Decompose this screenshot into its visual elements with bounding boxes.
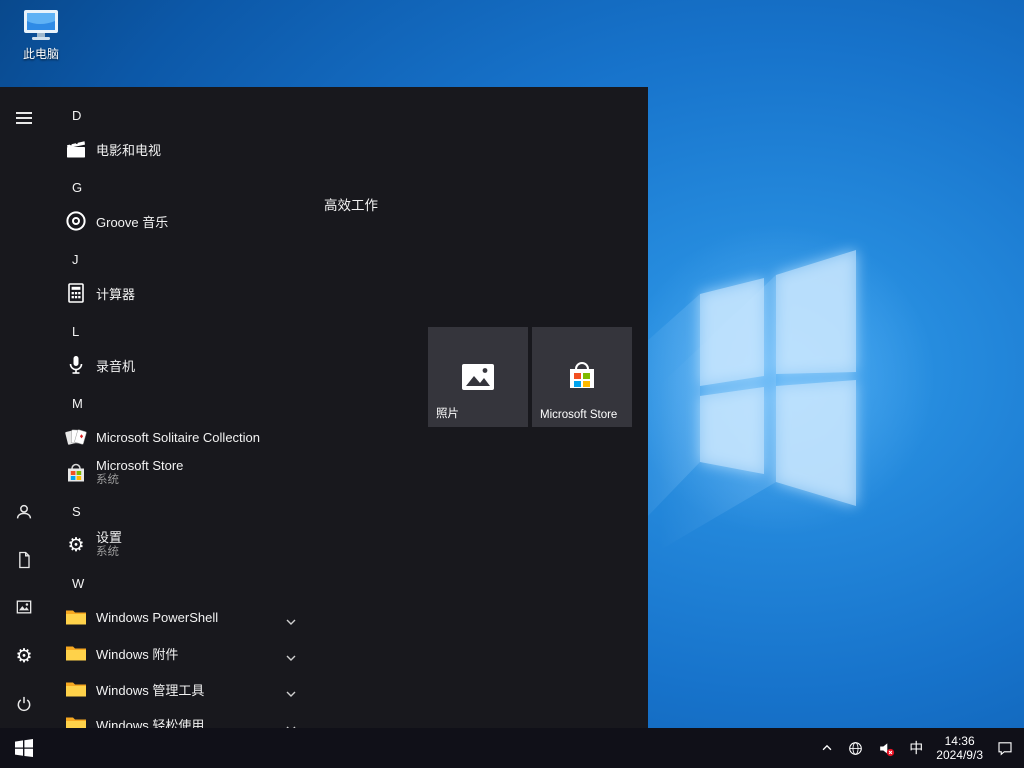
photos-icon xyxy=(458,357,498,402)
letter-label: L xyxy=(72,324,79,339)
app-label: Groove 音乐 xyxy=(96,212,168,231)
start-button[interactable] xyxy=(0,728,48,768)
app-label: Microsoft Store xyxy=(96,458,183,473)
tile-label: Microsoft Store xyxy=(540,409,617,421)
chevron-down-icon[interactable] xyxy=(286,685,296,703)
account-icon[interactable] xyxy=(12,500,36,524)
folder-label: Windows PowerShell xyxy=(96,610,218,625)
microsoft-store-icon xyxy=(562,357,602,402)
app-label: 录音机 xyxy=(96,356,135,375)
letter-header-g[interactable]: G xyxy=(48,173,348,201)
chevron-down-icon[interactable] xyxy=(286,613,296,631)
letter-label: W xyxy=(72,576,84,591)
folder-icon xyxy=(64,677,88,701)
folder-icon xyxy=(64,641,88,665)
settings-app-icon: ⚙ xyxy=(64,533,88,557)
tile-photos[interactable]: 照片 xyxy=(428,327,528,427)
letter-header-d[interactable]: D xyxy=(48,101,348,129)
chevron-down-icon[interactable] xyxy=(286,720,296,728)
folder-icon xyxy=(64,605,88,629)
action-center-icon[interactable] xyxy=(996,739,1014,757)
app-item-microsoft-store[interactable]: Microsoft Store 系统 xyxy=(48,451,348,495)
movies-tv-icon xyxy=(64,137,88,161)
voice-recorder-icon xyxy=(64,353,88,377)
hamburger-menu-icon[interactable] xyxy=(12,106,36,130)
letter-header-w[interactable]: W xyxy=(48,569,348,597)
tile-label: 照片 xyxy=(436,405,459,421)
app-item-voice-recorder[interactable]: 录音机 xyxy=(48,347,348,383)
windows-start-icon xyxy=(15,739,33,757)
folder-icon xyxy=(64,712,88,728)
app-item-solitaire[interactable]: Microsoft Solitaire Collection xyxy=(48,419,348,455)
tray-chevron-up-icon[interactable] xyxy=(820,741,834,755)
solitaire-icon xyxy=(64,425,88,449)
app-item-movies-tv[interactable]: 电影和电视 xyxy=(48,131,348,167)
folder-item-windows-accessories[interactable]: Windows 附件 xyxy=(48,635,348,671)
letter-label: D xyxy=(72,108,81,123)
letter-label: M xyxy=(72,396,83,411)
app-sublabel: 系统 xyxy=(96,545,122,560)
power-icon[interactable] xyxy=(12,692,36,716)
taskbar-clock[interactable]: 14:36 2024/9/3 xyxy=(936,734,983,762)
folder-label: Windows 管理工具 xyxy=(96,680,204,699)
app-item-settings[interactable]: ⚙ 设置 系统 xyxy=(48,523,348,567)
app-item-groove-music[interactable]: Groove 音乐 xyxy=(48,203,348,239)
settings-icon[interactable]: ⚙ xyxy=(12,644,36,668)
folder-item-windows-ease-of-access[interactable]: Windows 轻松使用 xyxy=(48,706,348,728)
tile-group-title[interactable]: 高效工作 xyxy=(324,194,378,214)
folder-item-windows-powershell[interactable]: Windows PowerShell xyxy=(48,599,348,635)
this-pc-icon xyxy=(21,8,61,42)
microsoft-store-icon xyxy=(64,461,88,485)
clock-time: 14:36 xyxy=(945,734,975,748)
desktop-icon-this-pc[interactable]: 此电脑 xyxy=(12,8,70,62)
letter-label: S xyxy=(72,504,81,519)
folder-label: Windows 附件 xyxy=(96,644,178,663)
letter-header-s[interactable]: S xyxy=(48,497,348,525)
tile-microsoft-store[interactable]: Microsoft Store xyxy=(532,327,632,427)
letter-header-l[interactable]: L xyxy=(48,317,348,345)
app-sublabel: 系统 xyxy=(96,473,183,488)
folder-label: Windows 轻松使用 xyxy=(96,715,204,729)
app-label: 设置 xyxy=(96,530,122,545)
groove-music-icon xyxy=(64,209,88,233)
pictures-icon[interactable] xyxy=(12,595,36,619)
network-globe-icon[interactable] xyxy=(847,740,864,757)
app-label: Microsoft Solitaire Collection xyxy=(96,430,260,445)
app-label: 电影和电视 xyxy=(96,140,161,159)
clock-date: 2024/9/3 xyxy=(936,748,983,762)
start-menu: ⚙ D 电影和电视 G xyxy=(0,87,648,728)
calculator-icon xyxy=(64,281,88,305)
start-rail: ⚙ xyxy=(0,87,48,728)
app-label: 计算器 xyxy=(96,284,135,303)
letter-label: J xyxy=(72,252,79,267)
taskbar: 中 14:36 2024/9/3 xyxy=(0,728,1024,768)
folder-item-windows-admin-tools[interactable]: Windows 管理工具 xyxy=(48,671,348,707)
desktop-icon-label: 此电脑 xyxy=(23,45,59,62)
windows-logo xyxy=(620,190,940,550)
volume-muted-icon[interactable] xyxy=(877,739,896,758)
letter-header-j[interactable]: J xyxy=(48,245,348,273)
ime-indicator[interactable]: 中 xyxy=(909,738,923,758)
start-app-list: D 电影和电视 G Groove 音乐 J xyxy=(48,87,348,728)
letter-label: G xyxy=(72,180,82,195)
system-tray: 中 14:36 2024/9/3 xyxy=(820,728,1024,768)
letter-header-m[interactable]: M xyxy=(48,389,348,417)
chevron-down-icon[interactable] xyxy=(286,649,296,667)
documents-icon[interactable] xyxy=(12,548,36,572)
app-item-calculator[interactable]: 计算器 xyxy=(48,275,348,311)
